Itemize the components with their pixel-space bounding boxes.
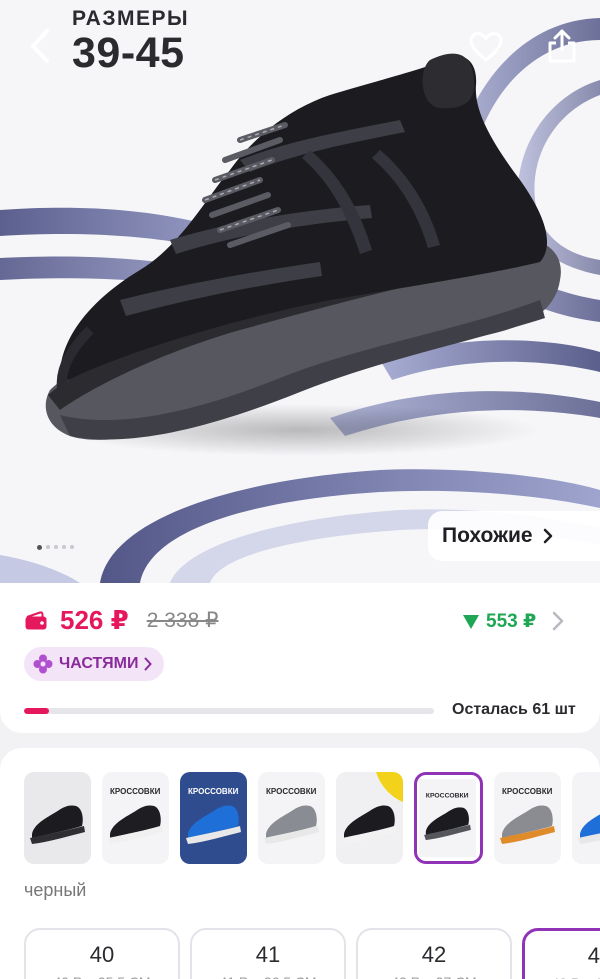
variant-thumbnail-image: КРОССОВКИ bbox=[258, 772, 325, 864]
hero-toolbar: РАЗМЕРЫ 39-45 bbox=[0, 0, 600, 100]
variant-thumbnail-image: КРОССОВКИ bbox=[180, 772, 247, 864]
share-icon bbox=[548, 29, 576, 63]
price-row: 526 ₽ 2 338 ₽ bbox=[24, 605, 218, 636]
variants-card: КРОССОВКИ КРОССОВКИ КРОССОВКИ КРОССОВКИ КРОС… bbox=[0, 748, 600, 979]
pay-in-parts-button[interactable]: ЧАСТЯМИ bbox=[24, 647, 165, 681]
size-detail: 42 Р – 27 СМ bbox=[391, 974, 476, 979]
color-variant-variant-grey[interactable]: КРОССОВКИ bbox=[258, 772, 325, 864]
size-option-40[interactable]: 40 40 Р – 25,5 СМ bbox=[24, 928, 180, 979]
variant-thumbnail-image bbox=[24, 772, 91, 864]
similar-label: Похожие bbox=[442, 524, 533, 547]
current-price: 526 ₽ bbox=[60, 605, 129, 635]
color-variant-variant-black-white[interactable]: КРОССОВКИ bbox=[102, 772, 169, 864]
pagination-dot bbox=[37, 544, 42, 550]
size-selector: 40 40 Р – 25,5 СМ 41 41 Р – 26,5 СМ 42 42 Р –… bbox=[24, 928, 600, 979]
variant-thumbnail-image: КРОССОВКИ bbox=[419, 778, 476, 858]
product-page: РАЗМЕРЫ 39-45 Похожие 526 ₽ 2 338 ₽ 553 … bbox=[0, 0, 600, 979]
chevron-right-icon bbox=[543, 528, 552, 544]
stock-progress-bar bbox=[24, 708, 434, 714]
size-number: 41 bbox=[255, 942, 281, 967]
selected-color-label: черный bbox=[24, 880, 87, 900]
pay-in-parts-label: ЧАСТЯМИ bbox=[59, 655, 139, 672]
size-detail: 43 Р – 27,5 СМ bbox=[551, 975, 600, 979]
pagination-dot bbox=[70, 545, 74, 549]
size-range-badge: РАЗМЕРЫ 39-45 bbox=[72, 7, 190, 77]
color-variant-variant-blue[interactable]: КРОССОВКИ bbox=[180, 772, 247, 864]
wallet-icon bbox=[25, 610, 47, 629]
badge-range: 39-45 bbox=[72, 29, 185, 77]
stock-remaining: Осталась 61 шт bbox=[452, 701, 576, 718]
pagination-dot bbox=[54, 545, 58, 549]
variant-thumbnail-image: КРОССОВКИ bbox=[102, 772, 169, 864]
variant-caption: КРОССОВКИ bbox=[188, 787, 239, 796]
pagination-dot bbox=[62, 545, 66, 549]
heart-icon bbox=[469, 32, 503, 62]
variant-thumbnail-image: КРОССОВКИ bbox=[494, 772, 561, 864]
back-button[interactable] bbox=[20, 24, 60, 68]
color-variants-list: КРОССОВКИ КРОССОВКИ КРОССОВКИ КРОССОВКИ КРОС… bbox=[24, 772, 600, 864]
variant-caption: КРОССОВКИ bbox=[110, 787, 161, 796]
size-option-41[interactable]: 41 41 Р – 26,5 СМ bbox=[190, 928, 346, 979]
size-detail: 40 Р – 25,5 СМ bbox=[53, 974, 150, 979]
gallery-pagination bbox=[37, 544, 74, 550]
badge-title: РАЗМЕРЫ bbox=[72, 7, 190, 30]
chevron-left-icon bbox=[31, 29, 49, 63]
flower-icon bbox=[33, 654, 53, 674]
color-variant-variant-black-yellow[interactable] bbox=[336, 772, 403, 864]
variant-caption: КРОССОВКИ bbox=[266, 787, 317, 796]
stock-progress-fill bbox=[24, 708, 49, 714]
variant-thumbnail-image bbox=[572, 772, 600, 864]
variant-caption: КРОССОВКИ bbox=[502, 787, 553, 796]
share-button[interactable] bbox=[538, 22, 586, 70]
size-number: 43 bbox=[587, 943, 600, 968]
chevron-right-icon bbox=[144, 657, 153, 671]
old-price: 2 338 ₽ bbox=[146, 609, 219, 632]
similar-products-button[interactable]: Похожие bbox=[428, 511, 600, 561]
triangle-down-icon bbox=[463, 614, 479, 629]
variant-caption: КРОССОВКИ bbox=[426, 793, 469, 800]
color-variant-variant-black[interactable]: КРОССОВКИ bbox=[414, 772, 483, 864]
color-variant-variant-blue-2[interactable] bbox=[572, 772, 600, 864]
bonus-points[interactable]: 553 ₽ bbox=[462, 610, 536, 633]
color-variant-variant-black-lifestyle[interactable] bbox=[24, 772, 91, 864]
size-number: 40 bbox=[89, 942, 115, 967]
size-option-43[interactable]: 43 43 Р – 27,5 СМ bbox=[522, 928, 600, 979]
chevron-right-icon[interactable] bbox=[548, 610, 568, 632]
product-image-gallery[interactable]: РАЗМЕРЫ 39-45 Похожие bbox=[0, 0, 600, 583]
size-option-42[interactable]: 42 42 Р – 27 СМ bbox=[356, 928, 512, 979]
bonus-value: 553 ₽ bbox=[486, 611, 537, 632]
variant-thumbnail-image bbox=[336, 772, 403, 864]
favorite-button[interactable] bbox=[462, 24, 510, 70]
color-variant-variant-grey-orange[interactable]: КРОССОВКИ bbox=[494, 772, 561, 864]
price-card: 526 ₽ 2 338 ₽ 553 ₽ ЧАСТЯМИ Осталась 61 … bbox=[0, 583, 600, 733]
size-number: 42 bbox=[421, 942, 447, 967]
pagination-dot bbox=[46, 545, 50, 549]
size-detail: 41 Р – 26,5 СМ bbox=[219, 974, 316, 979]
